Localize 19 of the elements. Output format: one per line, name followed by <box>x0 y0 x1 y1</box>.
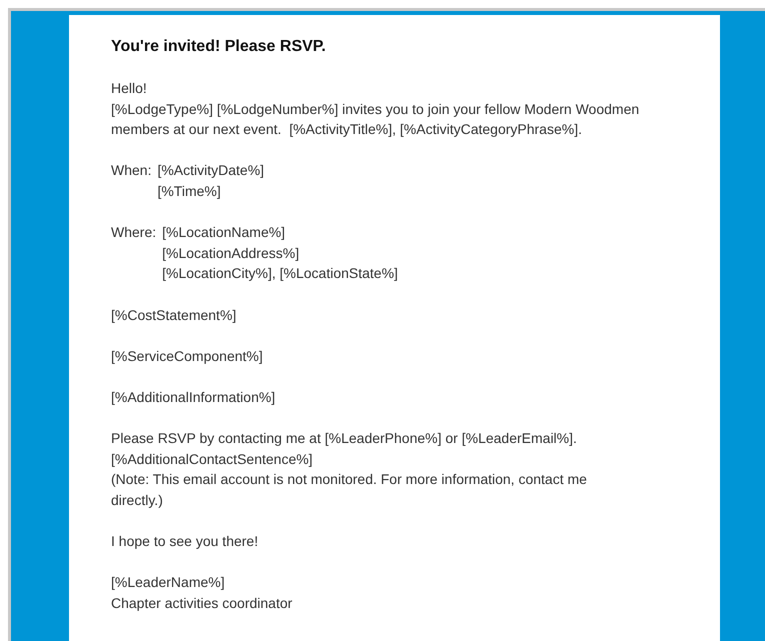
detail-value: [%LocationCity%], [%LocationState%] <box>162 264 398 284</box>
detail-value: [%ActivityDate%] <box>157 161 264 180</box>
body-text: [%LodgeType%] [%LodgeNumber%] invites you to join your fellow Modern Woodmen members at our next event. [%ActivityTitle%], [%ActivityCategoryPhrase%]. <box>111 100 640 140</box>
body-text: [%CostStatement%] <box>111 306 238 325</box>
body-text: [%AdditionalInformation%] <box>111 388 276 407</box>
body-text: [%AdditionalContactSentence%] <box>111 450 314 469</box>
body-text: Please RSVP by contacting me at [%LeaderPhone%] or [%LeaderEmail%]. <box>111 429 578 448</box>
body-text: (Note: This email account is not monitored. For more information, contact me directly.) <box>111 470 588 510</box>
detail-value: [%Time%] <box>157 182 222 201</box>
detail-label: When: <box>111 161 152 180</box>
body-text: I hope to see you there! <box>111 532 260 552</box>
body-text: [%LeaderName%] <box>111 573 226 592</box>
detail-value: [%LocationName%] <box>162 223 286 242</box>
email-title: You're invited! Please RSVP. <box>111 37 327 57</box>
body-text: [%ServiceComponent%] <box>111 346 264 366</box>
detail-value: [%LocationAddress%] <box>162 244 300 263</box>
detail-label: Where: <box>111 223 156 242</box>
body-text: Chapter activities coordinator <box>111 594 294 613</box>
body-text: Hello! <box>111 79 148 98</box>
